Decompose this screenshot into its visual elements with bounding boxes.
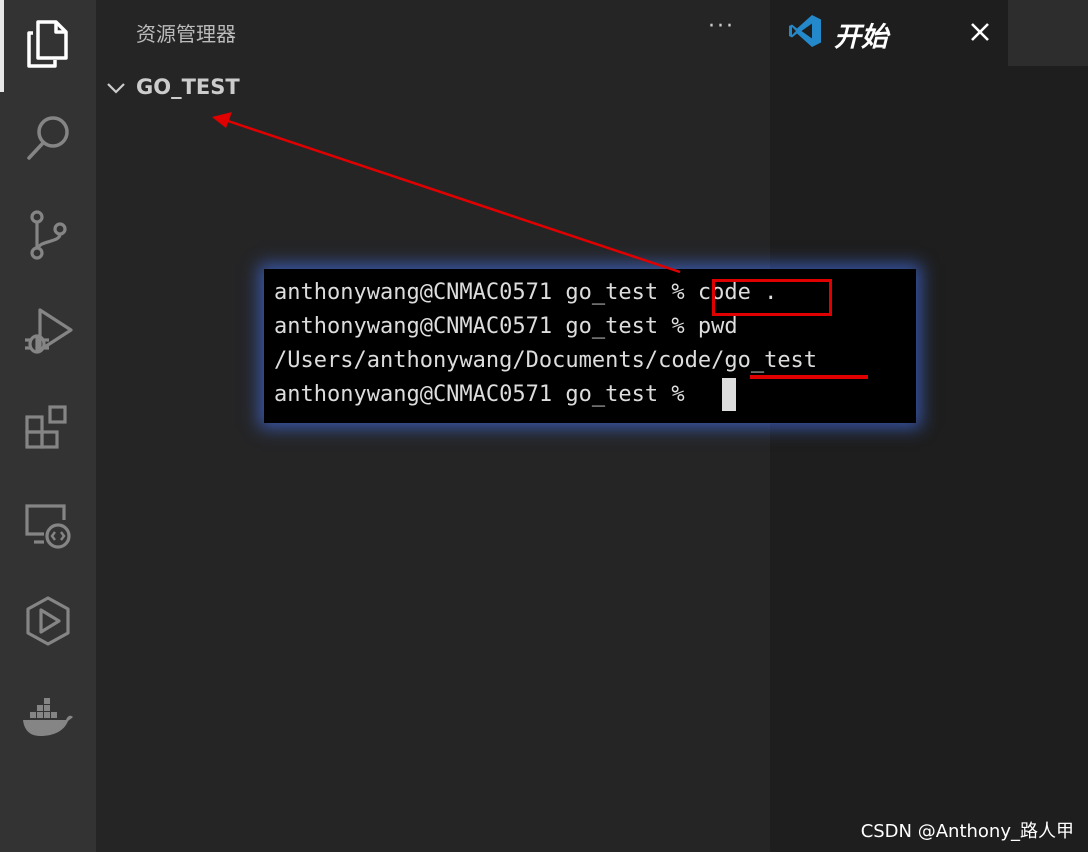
explorer-icon[interactable] <box>18 14 78 74</box>
tab-label: 开始 <box>834 22 888 53</box>
terminal-line: /Users/anthonywang/Documents/code/go_tes… <box>274 348 818 373</box>
explorer-sidebar: 资源管理器 ··· GO_TEST <box>96 0 770 852</box>
folder-name: GO_TEST <box>136 75 240 99</box>
run-debug-icon[interactable] <box>18 302 78 362</box>
remote-explorer-icon[interactable] <box>18 495 78 555</box>
activity-bar <box>0 0 96 852</box>
terminal-cursor <box>722 378 736 411</box>
source-control-icon[interactable] <box>18 205 78 265</box>
terminal-line: anthonywang@CNMAC0571 go_test % pwd <box>274 314 738 339</box>
underline-annotation <box>750 375 868 379</box>
docker-icon[interactable] <box>18 688 78 748</box>
editor-area <box>770 66 1088 852</box>
vscode-logo-icon <box>788 14 822 52</box>
chevron-down-icon <box>106 80 126 100</box>
search-icon[interactable] <box>18 108 78 168</box>
folder-go-test[interactable]: GO_TEST <box>96 72 770 106</box>
tab-welcome[interactable]: 开始 <box>770 0 1008 66</box>
active-indicator <box>0 0 4 92</box>
terminal-overlay: anthonywang@CNMAC0571 go_test % code . a… <box>264 269 916 423</box>
tab-bar-empty <box>1008 0 1088 66</box>
sidebar-title: 资源管理器 <box>136 22 236 46</box>
terminal-line: anthonywang@CNMAC0571 go_test % code . <box>274 280 778 305</box>
more-actions-button[interactable]: ··· <box>708 14 735 39</box>
highlight-box-annotation <box>712 279 832 316</box>
extensions-icon[interactable] <box>18 398 78 458</box>
terminal-line: anthonywang@CNMAC0571 go_test % <box>274 382 698 407</box>
close-icon[interactable] <box>966 18 994 50</box>
live-share-icon[interactable] <box>18 591 78 651</box>
watermark: CSDN @Anthony_路人甲 <box>860 821 1074 842</box>
